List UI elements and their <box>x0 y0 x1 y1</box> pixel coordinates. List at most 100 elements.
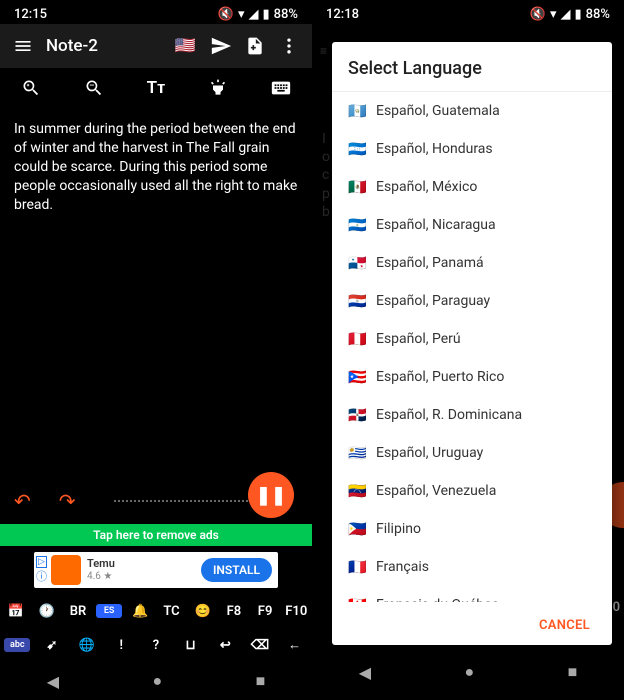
nav-bar: ◀ ● ■ <box>312 653 624 691</box>
ad-subtitle: 4.6 ★ <box>87 571 112 582</box>
ad-banner[interactable]: ▷ ⓘ Temu 4.6 ★ INSTALL <box>34 552 278 588</box>
language-item[interactable]: 🇬🇹Español, Guatemala <box>332 92 612 130</box>
language-item[interactable]: 🇵🇷Español, Puerto Rico <box>332 358 612 396</box>
language-item[interactable]: 🇨🇦Français du Québec <box>332 586 612 602</box>
language-name: Español, Paraguay <box>376 293 490 309</box>
language-item[interactable]: 🇩🇴 Español, R. Dominicana <box>332 396 612 434</box>
status-right: 🔇 ▾ ◢ ▮ 88% <box>530 7 610 22</box>
language-name: Español, Venezuela <box>376 483 496 499</box>
language-item[interactable]: 🇳🇮Español, Nicaragua <box>332 206 612 244</box>
new-note-icon[interactable] <box>238 24 272 68</box>
zoom-out-icon[interactable] <box>74 68 114 108</box>
nav-home-icon[interactable]: ● <box>152 671 162 691</box>
ad-label-icon: ▷ <box>36 556 47 568</box>
nav-back-icon[interactable]: ◀ <box>359 663 371 682</box>
text-format-icon[interactable]: Tᴛ <box>136 68 176 108</box>
flag-icon: 🇵🇦 <box>348 254 366 272</box>
key-tc[interactable]: TC <box>159 604 185 619</box>
battery-icon: ▮ <box>574 7 581 22</box>
undo-row: ↶ ↷ ❚❚ <box>0 478 312 524</box>
key-return[interactable]: ↩ <box>212 638 238 653</box>
ad-text: Temu 4.6 ★ <box>87 558 201 582</box>
globe-icon[interactable]: 🌐 <box>74 638 100 653</box>
nav-recents-icon[interactable]: ■ <box>256 671 266 691</box>
key-left[interactable]: ← <box>282 637 308 653</box>
dialog-title: Select Language <box>332 42 612 92</box>
cancel-button[interactable]: CANCEL <box>531 610 598 641</box>
clock-icon[interactable]: 🕐 <box>34 604 60 619</box>
language-flag[interactable]: 🇺🇸 <box>175 36 196 56</box>
language-name: Español, R. Dominicana <box>376 407 522 423</box>
language-item[interactable]: 🇭🇳Español, Honduras <box>332 130 612 168</box>
abc-icon[interactable]: abc <box>4 638 30 652</box>
key-qmark[interactable]: ? <box>143 638 169 653</box>
flag-icon: 🇵🇪 <box>348 330 366 348</box>
language-name: Español, Panamá <box>376 255 484 271</box>
ad-info-icon: ⓘ <box>36 568 47 584</box>
language-item[interactable]: 🇲🇽 Español, México <box>332 168 612 206</box>
arrow-icon[interactable]: ➹ <box>39 638 65 653</box>
battery-percent: 88% <box>586 7 610 22</box>
status-time: 12:18 <box>326 7 359 22</box>
smile-icon[interactable]: 😊 <box>190 604 216 619</box>
phone-right: 12:18 🔇 ▾ ◢ ▮ 88% ≡ I o c p b 10 Select … <box>312 0 624 691</box>
ad-install-button[interactable]: INSTALL <box>201 558 272 582</box>
language-item[interactable]: 🇵🇦 Español, Panamá <box>332 244 612 282</box>
phone-left: 12:15 🔇 ▾ ◢ ▮ 88% Note-2 🇺🇸 T <box>0 0 312 691</box>
key-backspace[interactable]: ⌫ <box>247 638 273 653</box>
menu-icon[interactable] <box>6 24 40 68</box>
battery-icon: ▮ <box>262 7 269 22</box>
signal-icon: ◢ <box>560 7 570 22</box>
nav-recents-icon[interactable]: ■ <box>568 662 578 682</box>
status-time: 12:15 <box>14 7 47 22</box>
key-space[interactable]: ⊔ <box>178 638 204 653</box>
language-item[interactable]: 🇺🇾Español, Uruguay <box>332 434 612 472</box>
language-list[interactable]: 🇬🇹Español, Guatemala🇭🇳Español, Honduras🇲… <box>332 92 612 602</box>
wifi-icon: ▾ <box>550 7 557 22</box>
bell-icon[interactable]: 🔔 <box>127 604 153 619</box>
editor-content[interactable]: In summer during the period between the … <box>0 108 312 478</box>
flag-icon: 🇬🇹 <box>348 102 366 120</box>
wifi-icon: ▾ <box>238 7 245 22</box>
highlight-icon[interactable] <box>198 68 238 108</box>
note-title: Note-2 <box>40 36 175 56</box>
key-excl[interactable]: ! <box>108 638 134 653</box>
mute-icon: 🔇 <box>530 7 546 22</box>
flag-icon: 🇩🇴 <box>348 406 366 424</box>
flag-icon: 🇲🇽 <box>348 178 366 196</box>
calendar-icon[interactable]: 📅 <box>3 604 29 619</box>
app-bar: Note-2 🇺🇸 <box>0 24 312 68</box>
dialog-actions: CANCEL <box>332 602 612 645</box>
language-name: Filipino <box>376 521 421 537</box>
undo-icon[interactable]: ↶ <box>14 489 31 513</box>
remove-ads-bar[interactable]: Tap here to remove ads <box>0 524 312 546</box>
pause-fab[interactable]: ❚❚ <box>248 472 294 518</box>
key-f9[interactable]: F9 <box>252 604 278 619</box>
nav-home-icon[interactable]: ● <box>464 662 474 682</box>
flag-icon: 🇳🇮 <box>348 216 366 234</box>
signal-icon: ◢ <box>248 7 258 22</box>
key-f8[interactable]: F8 <box>221 604 247 619</box>
language-item[interactable]: 🇫🇷Français <box>332 548 612 586</box>
badge-icon[interactable]: ES <box>96 604 122 618</box>
battery-percent: 88% <box>274 7 298 22</box>
language-item[interactable]: 🇵🇪 Español, Perú <box>332 320 612 358</box>
language-item[interactable]: 🇵🇾Español, Paraguay <box>332 282 612 320</box>
status-right: 🔇 ▾ ◢ ▮ 88% <box>218 7 298 22</box>
key-f10[interactable]: F10 <box>283 604 309 619</box>
language-name: Español, México <box>376 179 477 195</box>
keyboard-row-2: abc ➹ 🌐 ! ? ⊔ ↩ ⌫ ← <box>0 628 312 662</box>
key-br[interactable]: BR <box>65 604 91 619</box>
language-name: Español, Puerto Rico <box>376 369 504 385</box>
language-name: Français <box>376 559 429 575</box>
redo-icon[interactable]: ↷ <box>59 489 76 513</box>
zoom-in-icon[interactable] <box>11 68 51 108</box>
language-item[interactable]: 🇻🇪Español, Venezuela <box>332 472 612 510</box>
language-item[interactable]: 🇵🇭 Filipino <box>332 510 612 548</box>
flag-icon: 🇵🇭 <box>348 520 366 538</box>
send-icon[interactable] <box>204 24 238 68</box>
language-name: Español, Perú <box>376 331 461 347</box>
keyboard-icon[interactable] <box>261 68 301 108</box>
overflow-icon[interactable] <box>272 24 306 68</box>
nav-back-icon[interactable]: ◀ <box>47 672 59 691</box>
